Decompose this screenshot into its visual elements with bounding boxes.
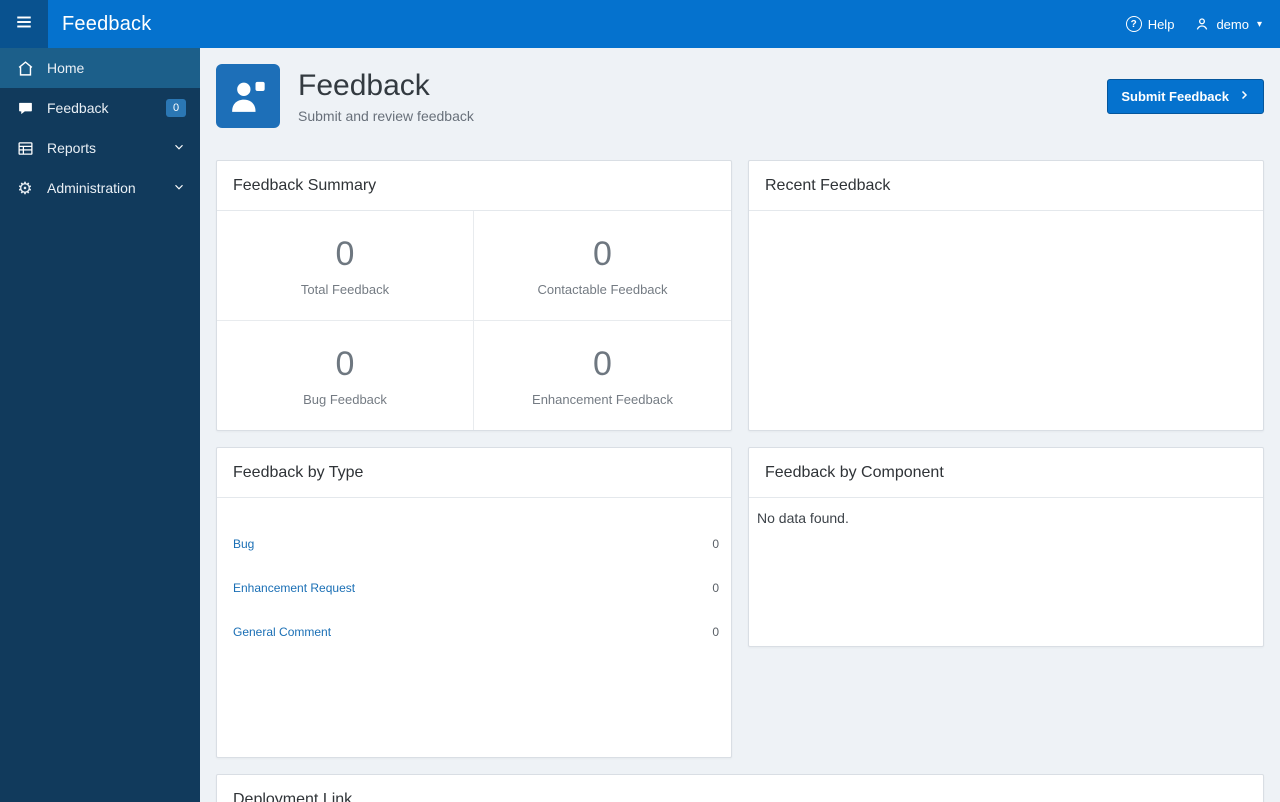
stat-bug-feedback: 0 Bug Feedback: [217, 321, 474, 430]
bar-row-bug: Bug 0: [233, 522, 719, 566]
card-title: Deployment Link: [217, 775, 1263, 802]
sidebar-item-administration[interactable]: ⚙ Administration: [0, 168, 200, 208]
help-menu[interactable]: ? Help: [1125, 16, 1175, 32]
page-subtitle: Submit and review feedback: [298, 107, 474, 124]
bar-row-general-comment: General Comment 0: [233, 610, 719, 654]
feedback-summary-card: Feedback Summary 0 Total Feedback 0 Cont…: [216, 160, 732, 431]
sidebar-item-label: Home: [47, 60, 85, 76]
stat-label: Contactable Feedback: [537, 281, 668, 297]
sidebar-item-reports[interactable]: Reports: [0, 128, 200, 168]
submit-feedback-button[interactable]: Submit Feedback: [1107, 78, 1264, 114]
card-title: Feedback by Component: [749, 448, 1263, 498]
sidebar-item-label: Feedback: [47, 100, 109, 116]
stat-value: 0: [335, 345, 355, 383]
card-title: Feedback Summary: [217, 161, 731, 211]
home-icon: [16, 59, 34, 77]
bar-value: 0: [712, 625, 719, 639]
stat-enhancement-feedback: 0 Enhancement Feedback: [474, 321, 731, 430]
report-table-icon: [16, 139, 34, 157]
stat-value: 0: [593, 345, 612, 383]
user-icon: [1194, 16, 1210, 32]
bar-row-enhancement-request: Enhancement Request 0: [233, 566, 719, 610]
sidebar-item-home[interactable]: Home: [0, 48, 200, 88]
page-hero: Feedback Submit and review feedback Subm…: [216, 64, 1264, 128]
stat-label: Bug Feedback: [303, 392, 387, 407]
chevron-down-icon: [172, 140, 186, 157]
help-icon: ?: [1125, 16, 1142, 32]
bar-category-link[interactable]: Bug: [233, 537, 361, 551]
user-menu[interactable]: demo ▾: [1194, 16, 1262, 32]
user-label: demo: [1216, 16, 1249, 32]
feedback-by-type-card: Feedback by Type Bug 0 Enhancement Reque…: [216, 447, 732, 758]
bar-value: 0: [712, 537, 719, 551]
recent-feedback-card: Recent Feedback: [748, 160, 1264, 431]
stat-label: Enhancement Feedback: [532, 392, 673, 407]
stat-value: 0: [335, 234, 355, 273]
stat-label: Total Feedback: [300, 281, 390, 297]
submit-feedback-label: Submit Feedback: [1121, 88, 1229, 104]
feedback-by-component-card: Feedback by Component No data found.: [748, 447, 1264, 647]
stat-value: 0: [593, 234, 612, 273]
gear-icon: ⚙: [17, 178, 33, 198]
bar-chart: Bug 0 Enhancement Request 0 General Comm…: [217, 498, 731, 654]
feedback-app-icon: [216, 64, 280, 128]
stat-total-feedback: 0 Total Feedback: [217, 211, 474, 321]
card-title: Feedback by Type: [217, 448, 731, 498]
help-label: Help: [1147, 16, 1175, 32]
sidebar-item-label: Reports: [47, 140, 97, 156]
caret-down-icon: ▾: [1256, 18, 1262, 30]
app-title: Feedback: [62, 12, 152, 35]
page-title: Feedback: [298, 68, 430, 102]
feedback-count-badge: 0: [166, 99, 186, 117]
menu-toggle-button[interactable]: [0, 0, 48, 48]
app-header: Feedback ? Help demo ▾: [0, 0, 1280, 48]
sidebar: Home Feedback 0 Reports ⚙ Administration: [0, 48, 200, 802]
chevron-down-icon: [172, 180, 186, 197]
bar-value: 0: [712, 581, 719, 595]
comment-icon: [16, 99, 34, 117]
summary-stats-grid: 0 Total Feedback 0 Contactable Feedback …: [217, 211, 731, 430]
main-content: Feedback Submit and review feedback Subm…: [200, 48, 1280, 802]
bar-category-link[interactable]: General Comment: [233, 625, 361, 639]
bar-category-link[interactable]: Enhancement Request: [233, 581, 361, 595]
card-title: Recent Feedback: [749, 161, 1263, 211]
hamburger-icon: [15, 13, 33, 36]
sidebar-item-label: Administration: [47, 180, 136, 196]
sidebar-item-feedback[interactable]: Feedback 0: [0, 88, 200, 128]
chevron-right-icon: [1238, 89, 1250, 104]
stat-contactable-feedback: 0 Contactable Feedback: [474, 211, 731, 321]
deployment-link-card: Deployment Link: [216, 774, 1264, 802]
no-data-message: No data found.: [757, 510, 849, 526]
